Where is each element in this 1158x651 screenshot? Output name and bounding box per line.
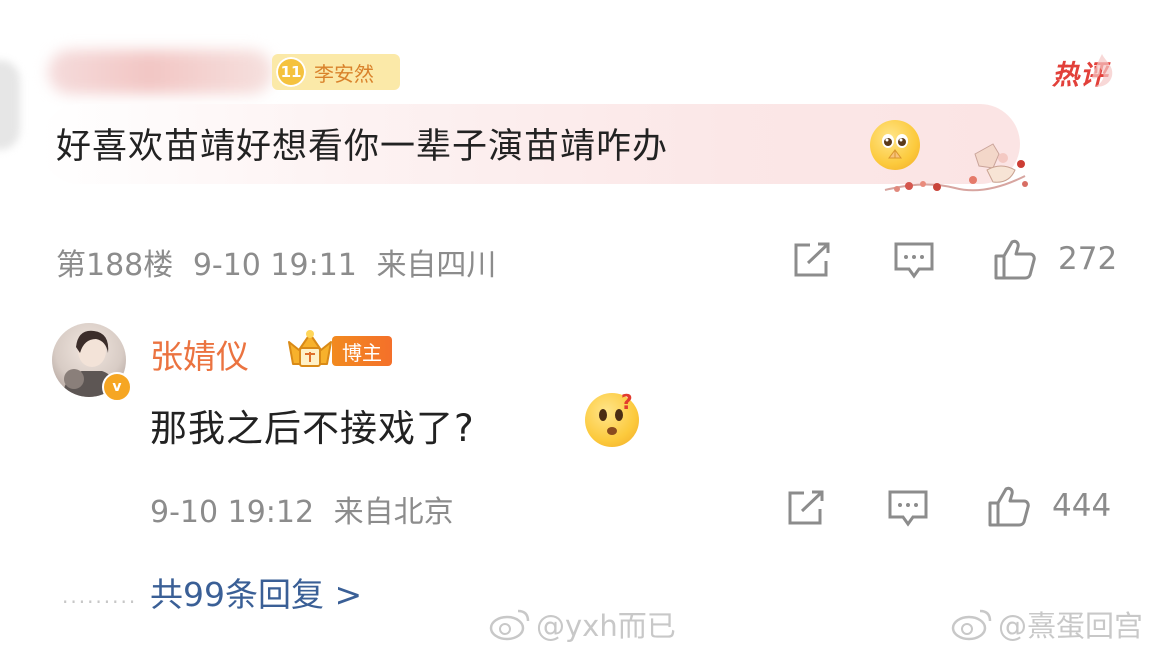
- comment-text: 好喜欢苗靖好想看你一辈子演苗靖咋办: [56, 127, 669, 167]
- comment-location: 来自四川: [376, 248, 497, 283]
- svg-text:?: ?: [621, 393, 633, 414]
- thinking-face-icon: ?: [585, 393, 639, 447]
- fan-level: 11: [276, 57, 306, 87]
- reply-meta: 9-10 19:12 来自北京: [150, 487, 454, 531]
- reply-button[interactable]: [890, 238, 938, 282]
- commenter-name-blurred[interactable]: [48, 50, 273, 94]
- comment-icon: [894, 242, 934, 279]
- floor-number: 第188楼: [56, 248, 174, 283]
- reply-like-button[interactable]: [984, 482, 1034, 530]
- thread-dots: ·········: [62, 590, 138, 614]
- watermark-1-text: @yxh而已: [536, 609, 676, 643]
- thumbs-up-icon: [988, 486, 1030, 527]
- more-replies-link[interactable]: 共99条回复 >: [150, 568, 362, 616]
- comment-meta: 第188楼 9-10 19:11 来自四川: [56, 240, 496, 284]
- share-icon: [794, 242, 830, 277]
- flame-icon: [1092, 54, 1113, 87]
- weibo-logo-icon: [951, 609, 992, 641]
- weibo-logo-icon: [489, 609, 530, 641]
- fan-badge-name: 李安然: [314, 61, 374, 86]
- reply-author-name[interactable]: 张婧仪: [150, 330, 249, 378]
- reply-time: 9-10 19:12: [150, 495, 315, 530]
- reply-location: 来自北京: [333, 495, 454, 530]
- commenter-avatar-blurred[interactable]: [0, 60, 20, 150]
- share-icon: [788, 490, 824, 525]
- like-count: 272: [1058, 241, 1118, 277]
- reply-like-count: 444: [1052, 488, 1112, 524]
- watermark-1: @yxh而已: [488, 603, 676, 645]
- thumbs-up-icon: [994, 239, 1036, 280]
- watermark-2: @熹蛋回宫: [950, 603, 1143, 645]
- share-button[interactable]: [788, 238, 836, 282]
- verified-badge-icon: v: [102, 372, 132, 402]
- fan-badge[interactable]: 11 李安然: [272, 54, 400, 90]
- crown-vip-icon: [288, 330, 332, 367]
- comment-time: 9-10 19:11: [192, 248, 357, 283]
- watermark-2-text: @熹蛋回宫: [998, 609, 1144, 643]
- reply-share-button[interactable]: [782, 486, 830, 530]
- hot-comment-tag: 热评: [1040, 50, 1120, 94]
- blogger-tag: 博主: [332, 336, 392, 366]
- like-button[interactable]: [990, 235, 1040, 283]
- flower-decoration: [884, 143, 1028, 192]
- reply-text: 那我之后不接戏了?: [150, 407, 475, 450]
- comment-icon: [888, 490, 928, 527]
- reply-comment-button[interactable]: [884, 486, 932, 530]
